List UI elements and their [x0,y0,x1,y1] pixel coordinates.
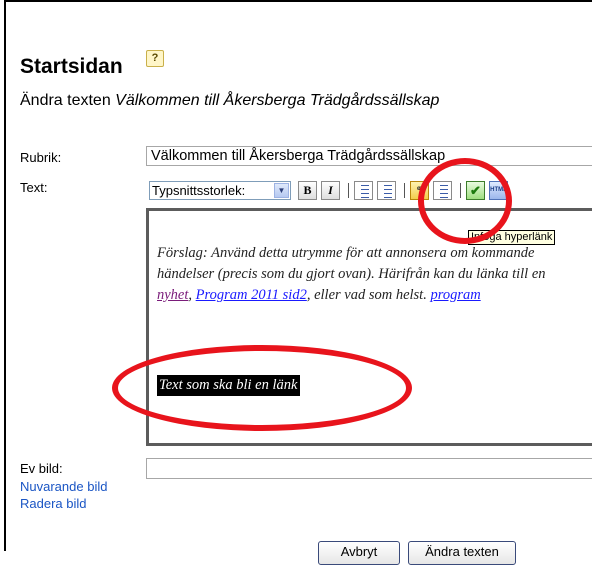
rubrik-label: Rubrik: [20,150,62,165]
current-image-link[interactable]: Nuvarande bild [20,479,107,494]
toolbar-separator [348,183,349,198]
annotation-ring-toolbar [418,158,512,244]
evbild-label: Ev bild: [20,461,63,476]
cancel-button[interactable]: Avbryt [318,541,400,565]
editor-text: , [188,287,196,303]
rubrik-input[interactable]: Välkommen till Åkersberga Trädgårdssälls… [146,146,592,166]
image-input[interactable] [146,458,592,479]
save-button[interactable]: Ändra texten [408,541,516,565]
font-size-select[interactable]: Typsnittsstorlek: ▼ [149,181,291,200]
editor-text: , eller vad som helst. [306,287,431,303]
bullet-list-icon[interactable] [377,181,396,200]
help-icon[interactable]: ? [146,50,164,67]
font-size-label: Typsnittsstorlek: [152,183,246,198]
text-label: Text: [20,180,48,195]
subtitle-name: Välkommen till Åkersberga Trädgårdssälls… [115,92,440,109]
editor-toolbar: Typsnittsstorlek: ▼ B I ⚭ ✔ HTML [146,177,592,203]
editor-link-program-2011[interactable]: Program 2011 sid2 [196,287,307,303]
editor-line: Förslag: Använd detta utrymme för att an… [157,245,535,261]
editor-link-program[interactable]: program [430,287,480,303]
bold-button[interactable]: B [298,181,317,200]
editor-content: Förslag: Använd detta utrymme för att an… [157,243,592,306]
numbered-list-icon[interactable] [354,181,373,200]
delete-image-link[interactable]: Radera bild [20,496,87,511]
editor-link-nyhet[interactable]: nyhet [157,287,188,303]
page-subtitle: Ändra texten Välkommen till Åkersberga T… [20,92,439,110]
toolbar-separator [404,183,405,198]
chevron-down-icon[interactable]: ▼ [274,183,289,198]
annotation-ring-text [112,345,412,431]
italic-button[interactable]: I [321,181,340,200]
page-title: Startsidan [20,55,123,78]
editor-line: händelser (precis som du gjort ovan). Hä… [157,266,546,282]
subtitle-prefix: Ändra texten [20,92,116,109]
editor-line: nyhet, Program 2011 sid2, eller vad som … [157,285,592,306]
